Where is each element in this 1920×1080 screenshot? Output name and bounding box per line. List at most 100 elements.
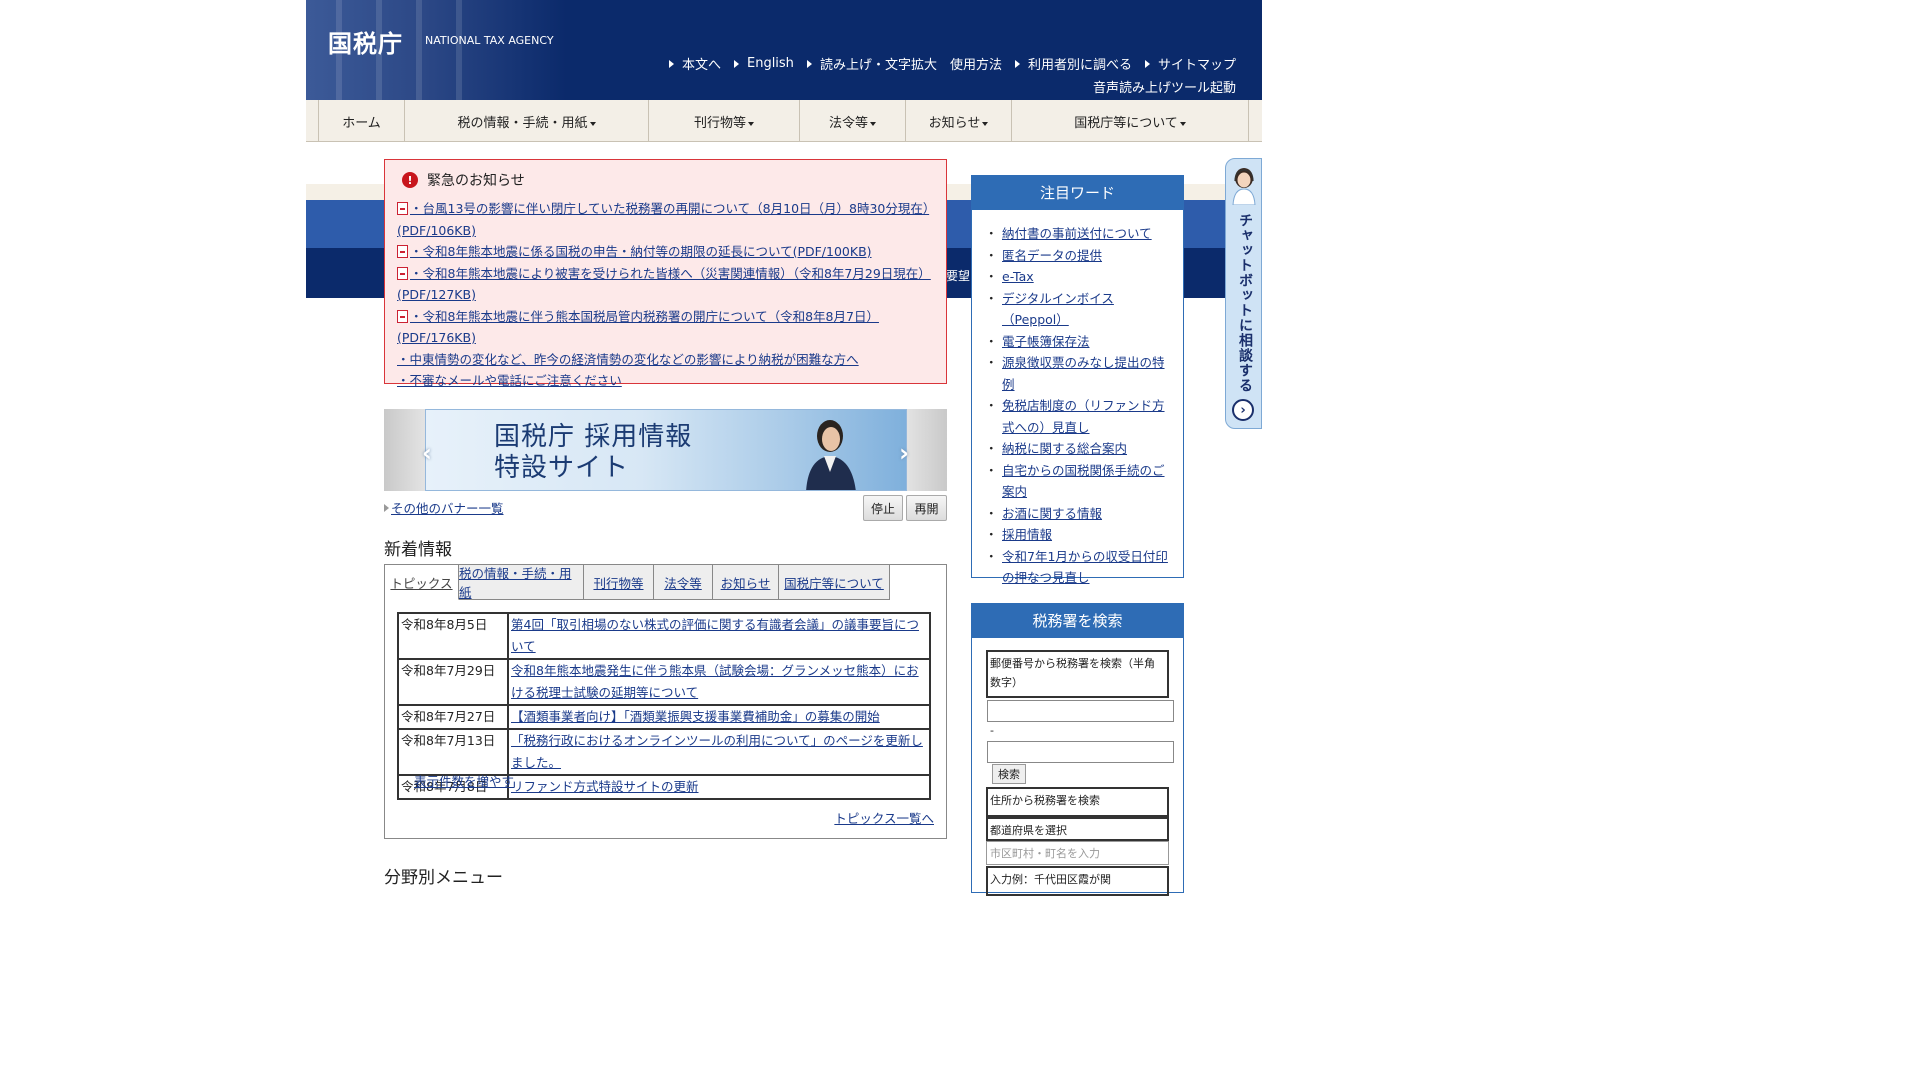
postal-code-input-2[interactable] [987, 741, 1174, 763]
city-input[interactable]: 市区町村・町名を入力 [986, 841, 1169, 865]
table-row: 令和8年7月27日 【酒類事業者向け】「酒類業振興支援事業費補助金」の募集の開始 [397, 704, 931, 730]
news-heading: 新着情報 [384, 540, 452, 560]
news-date: 令和8年8月5日 [397, 612, 509, 660]
prefecture-select[interactable]: 都道府県を選択 [986, 817, 1169, 841]
carousel-resume-button[interactable]: 再開 [906, 495, 947, 521]
chatbot-tab[interactable]: チャットボットに相談する › [1225, 158, 1262, 429]
caret-down-icon [1179, 121, 1186, 126]
keyword-item: 電子帳簿保存法 [985, 331, 1171, 353]
news-item: リファンド方式特設サイトの更新 [507, 774, 931, 800]
keyword-item: お酒に関する情報 [985, 503, 1171, 525]
table-row: 令和8年7月13日 「税務行政におけるオンラインツールの利用について」のページを更… [397, 728, 931, 776]
tab-about[interactable]: 国税庁等について [779, 565, 890, 600]
postal-code-label: 郵便番号から税務署を検索（半角数字） [986, 650, 1169, 698]
link-english[interactable]: English [733, 54, 794, 73]
pdf-icon [397, 309, 408, 323]
chatbot-label: チャットボットに相談する [1237, 213, 1253, 393]
postal-hyphen: - [990, 724, 994, 737]
carousel-prev-icon[interactable]: ‹ [422, 439, 432, 467]
arrow-right-icon [733, 59, 739, 68]
arrow-right-icon [668, 59, 674, 68]
banner-person-image [806, 420, 856, 490]
postal-code-input-1[interactable] [987, 700, 1174, 722]
nav-laws[interactable]: 法令等 [799, 100, 905, 142]
arrow-right-icon [1014, 59, 1020, 68]
site-header: 国税庁 NATIONAL TAX AGENCY 本文へ English 読み上げ… [306, 0, 1262, 100]
emergency-item: ・令和8年熊本地震に伴う熊本国税局管内税務署の開庁について（令和8年8月7日）(… [397, 308, 879, 345]
tax-office-search-button[interactable]: 検索 [992, 764, 1026, 784]
site-logo-english: NATIONAL TAX AGENCY [425, 34, 554, 47]
link-skip-to-content[interactable]: 本文へ [668, 54, 721, 73]
carousel-next-icon[interactable]: › [899, 439, 909, 467]
utility-links: 本文へ English 読み上げ・文字拡大 使用方法 利用者別に調べる サイトマ… [668, 54, 1236, 73]
link-by-user[interactable]: 利用者別に調べる [1014, 54, 1132, 73]
tax-office-heading: 税務署を検索 [972, 604, 1183, 638]
keyword-item: 採用情報 [985, 524, 1171, 546]
site-logo[interactable]: 国税庁 [328, 24, 403, 59]
news-date: 令和8年7月29日 [397, 658, 509, 706]
keyword-item: e-Tax [985, 266, 1171, 288]
nav-publications[interactable]: 刊行物等 [648, 100, 799, 142]
arrow-right-icon [1144, 59, 1150, 68]
emergency-item: ・中東情勢の変化など、昨今の経済情勢の変化などの影響により納税が困難な方へ [397, 351, 859, 367]
tax-office-search-box: 税務署を検索 郵便番号から税務署を検索（半角数字） - 検索 住所から税務署を検… [971, 603, 1184, 896]
news-date: 令和8年7月13日 [397, 728, 509, 776]
keyword-item: 免税店制度の（リファンド方式への）見直し [985, 395, 1171, 438]
caret-down-icon [870, 121, 876, 126]
news-item: 第4回「取引相場のない株式の評価に関する有識者会議」の議事要旨について [507, 612, 931, 660]
keyword-item: デジタルインボイス（Peppol） [985, 288, 1171, 331]
link-read-aloud[interactable]: 読み上げ・文字拡大 [806, 54, 937, 73]
emergency-item: ・令和8年熊本地震に係る国税の申告・納付等の期限の延長について(PDF/100K… [397, 241, 934, 263]
pdf-icon [397, 202, 408, 215]
news-date: 令和8年7月27日 [397, 704, 509, 730]
emergency-item: ・不審なメールや電話にご注意ください [397, 373, 622, 388]
table-row: 令和8年8月5日 第4回「取引相場のない株式の評価に関する有識者会議」の議事要旨に… [397, 612, 931, 660]
keyword-item: 令和7年1月からの収受日付印の押なつ見直し [985, 546, 1171, 589]
nav-tax-info[interactable]: 税の情報・手続・用紙 [404, 100, 648, 142]
arrow-right-icon [806, 59, 812, 68]
chevron-right-icon: › [1232, 399, 1254, 421]
address-example: 入力例：千代田区霞が関 [986, 866, 1169, 896]
keyword-item: 自宅からの国税関係手続のご案内 [985, 460, 1171, 503]
pdf-icon [397, 245, 408, 258]
tab-notices[interactable]: お知らせ [713, 565, 779, 600]
keyword-item: 納付書の事前送付について [985, 223, 1171, 245]
table-row: 令和8年7月29日 令和8年熊本地震発生に伴う熊本県（試験会場：グランメッセ熊本）… [397, 658, 931, 706]
nav-home[interactable]: ホーム [318, 100, 404, 142]
emergency-item: ・令和8年熊本地震により被害を受けられた皆様へ（災害関連情報）（令和8年7月29… [397, 265, 931, 302]
news-item: 【酒類事業者向け】「酒類業振興支援事業費補助金」の募集の開始 [507, 704, 931, 730]
tab-publications[interactable]: 刊行物等 [584, 565, 654, 600]
tab-laws[interactable]: 法令等 [654, 565, 713, 600]
emergency-notice: ! 緊急のお知らせ ・台風13号の影響に伴い閉庁していた税務署の再開について（8… [384, 159, 947, 388]
banner-carousel: 国税庁 採用情報 特設サイト ‹ › [384, 409, 947, 491]
caret-down-icon [982, 121, 989, 126]
emergency-item: ・台風13号の影響に伴い閉庁していた税務署の再開について（8月10日（月）8時3… [397, 201, 930, 238]
nav-notices[interactable]: お知らせ [905, 100, 1011, 142]
news-tabs: トピックス 税の情報・手続・用紙 刊行物等 法令等 お知らせ 国税庁等について [385, 565, 890, 600]
link-how-to-use[interactable]: 使用方法 [950, 54, 1002, 73]
pdf-icon [397, 266, 408, 280]
emergency-title: ! 緊急のお知らせ [402, 170, 934, 190]
carousel-stop-button[interactable]: 停止 [863, 495, 903, 521]
news-item: 「税務行政におけるオンラインツールの利用について」のページを更新しました。 [507, 728, 931, 776]
caret-down-icon [589, 121, 596, 126]
caret-down-icon [748, 121, 754, 126]
recruit-banner[interactable]: 国税庁 採用情報 特設サイト [425, 409, 907, 491]
nav-about[interactable]: 国税庁等について [1011, 100, 1249, 142]
banner-title: 国税庁 採用情報 特設サイト [494, 422, 693, 483]
keyword-item: 源泉徴収票のみなし提出の特例 [985, 352, 1171, 395]
tab-topics[interactable]: トピックス [385, 565, 459, 600]
show-more-link[interactable]: 表示件数を増やす [414, 771, 514, 790]
section-menu-heading: 分野別メニュー [384, 868, 503, 888]
voice-tool-link[interactable]: 音声読み上げツール起動 [1093, 77, 1236, 96]
news-panel: トピックス 税の情報・手続・用紙 刊行物等 法令等 お知らせ 国税庁等について … [384, 564, 947, 839]
link-sitemap[interactable]: サイトマップ [1144, 54, 1236, 73]
global-nav: ホーム 税の情報・手続・用紙 刊行物等 法令等 お知らせ 国税庁等について [306, 100, 1262, 142]
banner-list-link[interactable]: その他のバナー一覧 [384, 498, 504, 517]
alert-icon: ! [402, 172, 418, 188]
topics-list-link[interactable]: トピックス一覧へ [834, 808, 934, 827]
address-search-label: 住所から税務署を検索 [986, 787, 1169, 817]
tab-tax-info[interactable]: 税の情報・手続・用紙 [459, 565, 584, 600]
keyword-item: 匿名データの提供 [985, 245, 1171, 267]
keyword-item: 納税に関する総合案内 [985, 438, 1171, 460]
